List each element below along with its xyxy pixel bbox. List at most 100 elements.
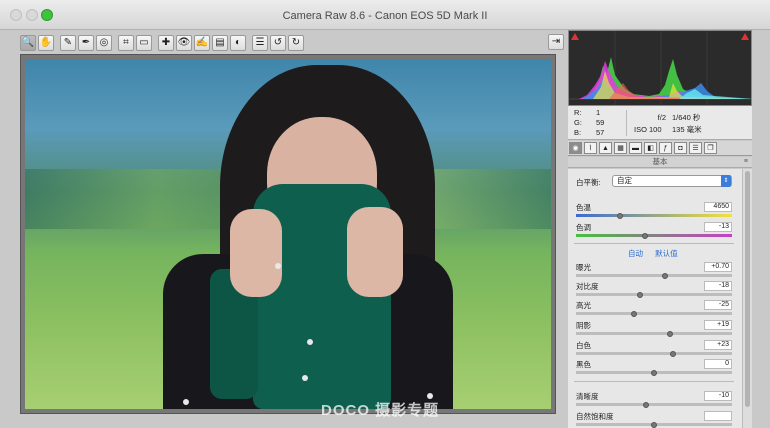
slider-track[interactable] [576, 312, 732, 315]
open-export-icon[interactable]: ⇥ [548, 34, 564, 50]
subject-right-hand [347, 207, 403, 297]
slider-thumb[interactable] [616, 212, 623, 219]
targeted-adjustment-icon[interactable]: ◎ [96, 34, 112, 51]
camera-calibration-tab-icon[interactable]: ◘ [674, 142, 687, 154]
slider-thumb[interactable] [651, 369, 657, 376]
slider-value-field[interactable]: +19 [704, 320, 732, 330]
dropdown-arrow-icon: ⇕ [721, 175, 731, 187]
slider-thumb[interactable] [669, 350, 676, 357]
spot-removal-icon[interactable]: ✚ [158, 34, 174, 51]
white-balance-value: 自定 [617, 176, 632, 185]
slider-value-field[interactable]: -13 [704, 222, 732, 232]
panel-scrollbar[interactable] [742, 169, 752, 428]
panel-menu-icon[interactable]: ≡ [744, 157, 748, 167]
white-balance-label: 白平衡: [576, 178, 601, 187]
watermark-text: DOCO 摄影专题 [321, 402, 440, 419]
rotate-right-icon[interactable]: ↻ [288, 34, 304, 51]
hand-icon[interactable]: ✋ [38, 34, 54, 51]
slider-label: 高光 [576, 301, 591, 310]
effects-tab-icon[interactable]: ƒ [659, 142, 672, 154]
slider-value-field[interactable]: 4650 [704, 202, 732, 212]
shadow-clipping-warning-icon[interactable] [571, 33, 579, 40]
slider-value-field[interactable] [704, 411, 732, 421]
slider-value-field[interactable]: +23 [704, 340, 732, 350]
presets-tab-icon[interactable]: ☰ [689, 142, 702, 154]
g-value: 59 [596, 118, 605, 127]
white-balance-select[interactable]: 自定 ⇕ [612, 175, 732, 187]
detail-tab-icon[interactable]: ▲ [599, 142, 612, 154]
slider-value-field[interactable]: -10 [704, 391, 732, 401]
slider-track[interactable] [576, 274, 732, 277]
basic-tab-icon[interactable]: ◉ [569, 142, 582, 154]
aperture-value: f/2 [657, 113, 666, 122]
scrollbar-thumb[interactable] [745, 171, 750, 407]
slider-value-field[interactable]: -25 [704, 300, 732, 310]
coat-button [275, 263, 281, 269]
hsl-tab-icon[interactable]: ▦ [614, 142, 627, 154]
coat-button [302, 375, 308, 381]
preferences-icon[interactable]: ☰ [252, 34, 268, 51]
rgb-readout: R: 1 G: 59 B: 57 [574, 108, 618, 138]
photo-preview[interactable] [25, 59, 551, 409]
histogram [568, 30, 752, 106]
tone-curve-tab-icon[interactable]: ⌇ [584, 142, 597, 154]
exif-readout: f/2 1/640 秒 ISO 100 135 毫米 [634, 112, 710, 136]
split-toning-tab-icon[interactable]: ▬ [629, 142, 642, 154]
r-label: R: [574, 108, 582, 117]
slider-label: 自然饱和度 [576, 412, 614, 421]
slider-value-field[interactable]: -18 [704, 281, 732, 291]
slider-thumb[interactable] [641, 232, 648, 239]
slider-track[interactable] [576, 214, 732, 217]
lens-corrections-tab-icon[interactable]: ◧ [644, 142, 657, 154]
slider-track[interactable] [576, 293, 732, 296]
auto-link[interactable]: 自动 [628, 249, 643, 258]
slider-label: 色温 [576, 203, 591, 212]
coat-button [307, 339, 313, 345]
slider-label: 色调 [576, 223, 591, 232]
highlight-clipping-warning-icon[interactable] [741, 33, 749, 40]
window-title: Camera Raw 8.6 - Canon EOS 5D Mark II [282, 10, 488, 22]
color-sampler-icon[interactable]: ✒ [78, 34, 94, 51]
crop-icon[interactable]: ⌗ [118, 34, 134, 51]
white-balance-icon[interactable]: ✎ [60, 34, 76, 51]
slider-thumb[interactable] [643, 401, 650, 408]
basic-panel: 白平衡: 自定 ⇕ 自动 默认值 色温 4650 色调 -13 曝光 +0.70 对比度 -1… [568, 169, 752, 428]
slider-label: 曝光 [576, 263, 591, 272]
slider-thumb[interactable] [651, 421, 657, 428]
slider-thumb[interactable] [666, 330, 673, 337]
focal-length-value: 135 毫米 [672, 125, 702, 134]
slider-thumb[interactable] [636, 291, 643, 298]
image-preview-frame: DOCO 摄影专题 [20, 54, 556, 419]
slider-track[interactable] [576, 234, 732, 237]
graduated-filter-icon[interactable]: ▤ [212, 34, 228, 51]
shutter-value: 1/640 秒 [672, 113, 701, 122]
coat-button [183, 399, 189, 405]
snapshots-tab-icon[interactable]: ❐ [704, 142, 717, 154]
adjustment-brush-icon[interactable]: ✍ [194, 34, 210, 51]
straighten-icon[interactable]: ▭ [136, 34, 152, 51]
panel-header: 基本 ≡ [568, 157, 752, 168]
b-label: B: [574, 128, 582, 137]
b-value: 57 [596, 128, 605, 137]
slider-track[interactable] [576, 403, 732, 406]
slider-label: 黑色 [576, 360, 591, 369]
slider-value-field[interactable]: 0 [704, 359, 732, 369]
slider-thumb[interactable] [661, 272, 668, 279]
slider-thumb[interactable] [630, 310, 637, 317]
slider-track[interactable] [576, 332, 732, 335]
zoom-icon[interactable]: 🔍 [20, 34, 36, 51]
info-readout: R: 1 G: 59 B: 57 f/2 1/640 秒 ISO 100 135 毫米 [568, 106, 752, 140]
toolbar: 🔍 ✋ ✎ ✒ ◎ ⌗ ▭ ✚ 👁 ✍ ▤ ◐ ☰ ↺ ↻ ⇥ [20, 33, 566, 52]
radial-filter-icon[interactable]: ◐ [230, 34, 246, 51]
subject-left-hand [230, 209, 282, 297]
slider-label: 阴影 [576, 321, 591, 330]
panel-divider [574, 381, 734, 382]
slider-value-field[interactable]: +0.70 [704, 262, 732, 272]
slider-label: 对比度 [576, 282, 599, 291]
slider-track[interactable] [576, 352, 732, 355]
red-eye-icon[interactable]: 👁 [176, 34, 192, 51]
g-label: G: [574, 118, 582, 127]
rotate-left-icon[interactable]: ↺ [270, 34, 286, 51]
auto-default-row: 自动 默认值 [628, 248, 688, 259]
default-link[interactable]: 默认值 [655, 249, 678, 258]
